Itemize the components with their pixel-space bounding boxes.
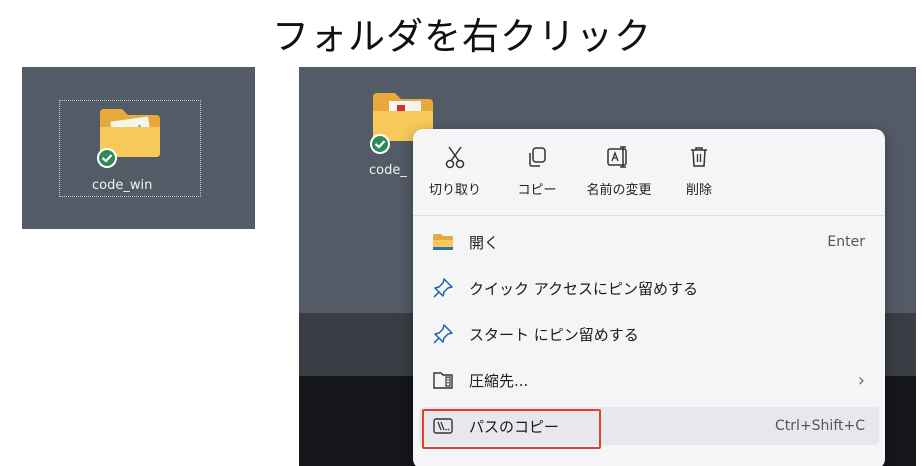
delete-button[interactable]: 削除 xyxy=(659,143,739,198)
rename-icon xyxy=(607,146,627,168)
menu-item-label: 開く xyxy=(469,233,500,252)
menu-item-label: スタート にピン留めする xyxy=(469,325,639,344)
desktop-panel-right: code_ 切り取り コピー 名前の変更 削除 開く Enter クイック アク… xyxy=(299,67,916,466)
desktop-panel-left: code_win xyxy=(22,67,255,229)
chevron-right-icon: › xyxy=(857,369,865,391)
page-title: フォルダを右クリック xyxy=(272,15,652,58)
check-badge-icon xyxy=(97,148,117,168)
menu-item-shortcut: Ctrl+Shift+C xyxy=(775,418,865,434)
copy-icon xyxy=(529,147,546,167)
action-label: 名前の変更 xyxy=(586,183,652,198)
pin-icon xyxy=(433,278,453,298)
folder-label[interactable]: code_ xyxy=(369,163,407,178)
menu-item-compress[interactable]: 圧縮先... › xyxy=(419,361,879,399)
trash-icon xyxy=(691,147,707,167)
pin-icon xyxy=(433,324,453,344)
menu-item-label: 圧縮先... xyxy=(469,371,529,390)
menu-item-open[interactable]: 開く Enter xyxy=(419,223,879,261)
menu-item-shortcut: Enter xyxy=(827,234,865,250)
folder-open-icon xyxy=(433,234,453,250)
check-badge-icon xyxy=(370,134,390,154)
action-label: コピー xyxy=(517,183,557,198)
scissors-icon xyxy=(445,146,465,169)
action-label: 削除 xyxy=(685,183,712,198)
menu-item-pin-start[interactable]: スタート にピン留めする xyxy=(419,315,879,353)
menu-separator xyxy=(413,215,885,216)
folder-label[interactable]: code_win xyxy=(92,178,152,193)
menu-item-pin-quick-access[interactable]: クイック アクセスにピン留めする xyxy=(419,269,879,307)
action-label: 切り取り xyxy=(428,183,481,198)
menu-item-label: クイック アクセスにピン留めする xyxy=(469,279,699,298)
highlight-box xyxy=(422,409,601,449)
cut-button[interactable]: 切り取り xyxy=(415,143,495,198)
zip-folder-icon xyxy=(433,372,453,389)
rename-button[interactable]: 名前の変更 xyxy=(579,143,659,198)
copy-button[interactable]: コピー xyxy=(497,143,577,198)
